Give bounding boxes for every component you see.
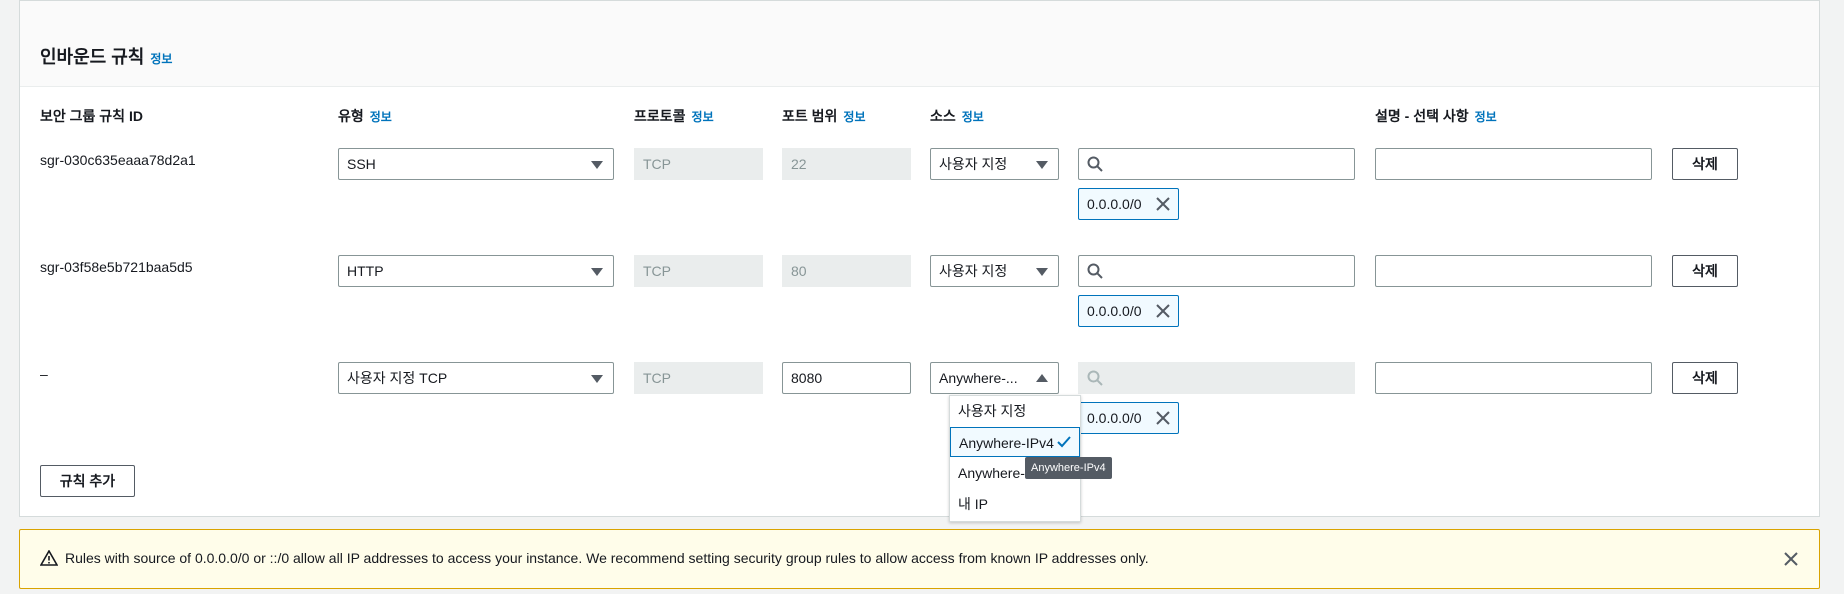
source-info-link[interactable]: 정보 [962, 110, 984, 124]
col-header-description-text: 설명 - 선택 사항 [1375, 108, 1469, 124]
cidr-token-text: 0.0.0.0/0 [1087, 303, 1142, 319]
protocol-info-link[interactable]: 정보 [692, 110, 714, 124]
cidr-token: 0.0.0.0/0 [1078, 295, 1179, 327]
col-header-rule-id-text: 보안 그룹 규칙 ID [40, 108, 143, 124]
col-header-type: 유형 정보 [338, 106, 392, 126]
protocol-field: TCP [634, 255, 763, 287]
panel-title: 인바운드 규칙 정보 [40, 43, 172, 69]
cidr-token: 0.0.0.0/0 [1078, 402, 1179, 434]
source-select-value: 사용자 지정 [939, 156, 1008, 172]
rule-id: sgr-03f58e5b721baa5d5 [40, 259, 193, 275]
cidr-token: 0.0.0.0/0 [1078, 188, 1179, 220]
protocol-field: TCP [634, 148, 763, 180]
caret-down-icon [591, 268, 603, 276]
col-header-source-text: 소스 [930, 108, 956, 124]
type-select-value: HTTP [347, 263, 384, 279]
search-icon [1087, 370, 1103, 386]
col-header-port: 포트 범위 정보 [782, 106, 866, 126]
col-header-source: 소스 정보 [930, 106, 984, 126]
description-input[interactable] [1375, 148, 1652, 180]
close-icon[interactable] [1156, 304, 1170, 318]
type-select[interactable]: HTTP [338, 255, 614, 287]
source-search-input[interactable] [1078, 255, 1355, 287]
caret-down-icon [1036, 268, 1048, 276]
search-icon [1087, 156, 1103, 172]
check-icon [1057, 436, 1071, 448]
tooltip: Anywhere-IPv4 [1025, 457, 1112, 479]
source-select-value: 사용자 지정 [939, 263, 1008, 279]
close-icon[interactable] [1156, 197, 1170, 211]
cidr-token-text: 0.0.0.0/0 [1087, 196, 1142, 212]
protocol-field: TCP [634, 362, 763, 394]
source-search-input [1078, 362, 1355, 394]
inbound-rules-panel: 인바운드 규칙 정보 보안 그룹 규칙 ID 유형 정보 프로토콜 정보 포트 범위 정… [19, 0, 1820, 522]
delete-button[interactable]: 삭제 [1672, 255, 1738, 287]
warning-alert: Rules with source of 0.0.0.0/0 or ::/0 a… [19, 529, 1820, 589]
source-select[interactable]: Anywhere-... [930, 362, 1059, 394]
caret-up-icon [1036, 374, 1048, 382]
caret-down-icon [1036, 161, 1048, 169]
dropdown-option-my-ip[interactable]: 내 IP [950, 489, 1080, 519]
port-range-field: 22 [782, 148, 911, 180]
dropdown-option-custom[interactable]: 사용자 지정 [950, 396, 1080, 426]
cidr-token-text: 0.0.0.0/0 [1087, 410, 1142, 426]
source-select-value: Anywhere-... [939, 370, 1018, 386]
close-icon[interactable] [1783, 551, 1799, 567]
source-select[interactable]: 사용자 지정 [930, 255, 1059, 287]
col-header-rule-id: 보안 그룹 규칙 ID [40, 106, 143, 126]
caret-down-icon [591, 161, 603, 169]
type-select-value: 사용자 지정 TCP [347, 370, 448, 386]
delete-button[interactable]: 삭제 [1672, 362, 1738, 394]
type-info-link[interactable]: 정보 [370, 110, 392, 124]
panel-title-text: 인바운드 규칙 [40, 47, 145, 67]
add-rule-button[interactable]: 규칙 추가 [40, 465, 135, 497]
warning-icon [40, 550, 58, 566]
rule-id: sgr-030c635eaaa78d2a1 [40, 152, 196, 168]
dropdown-option-anywhere-ipv4[interactable]: Anywhere-IPv4 [950, 427, 1080, 457]
col-header-port-text: 포트 범위 [782, 108, 838, 124]
type-select-value: SSH [347, 156, 376, 172]
col-header-type-text: 유형 [338, 108, 364, 124]
port-range-input[interactable]: 8080 [782, 362, 911, 394]
description-input[interactable] [1375, 255, 1652, 287]
source-search-input[interactable] [1078, 148, 1355, 180]
dropdown-option-anywhere-ipv4-text: Anywhere-IPv4 [959, 435, 1054, 451]
col-header-description: 설명 - 선택 사항 정보 [1375, 106, 1497, 126]
rule-id: – [40, 366, 48, 382]
description-input[interactable] [1375, 362, 1652, 394]
title-info-link[interactable]: 정보 [150, 52, 172, 66]
desc-info-link[interactable]: 정보 [1475, 110, 1497, 124]
type-select[interactable]: 사용자 지정 TCP [338, 362, 614, 394]
col-header-protocol: 프로토콜 정보 [634, 106, 714, 126]
alert-text: Rules with source of 0.0.0.0/0 or ::/0 a… [65, 550, 1149, 566]
panel-header: 인바운드 규칙 정보 [20, 1, 1819, 87]
col-header-protocol-text: 프로토콜 [634, 108, 686, 124]
delete-button[interactable]: 삭제 [1672, 148, 1738, 180]
port-info-link[interactable]: 정보 [843, 110, 865, 124]
type-select[interactable]: SSH [338, 148, 614, 180]
caret-down-icon [591, 375, 603, 383]
close-icon[interactable] [1156, 411, 1170, 425]
source-select[interactable]: 사용자 지정 [930, 148, 1059, 180]
port-range-field: 80 [782, 255, 911, 287]
search-icon [1087, 263, 1103, 279]
